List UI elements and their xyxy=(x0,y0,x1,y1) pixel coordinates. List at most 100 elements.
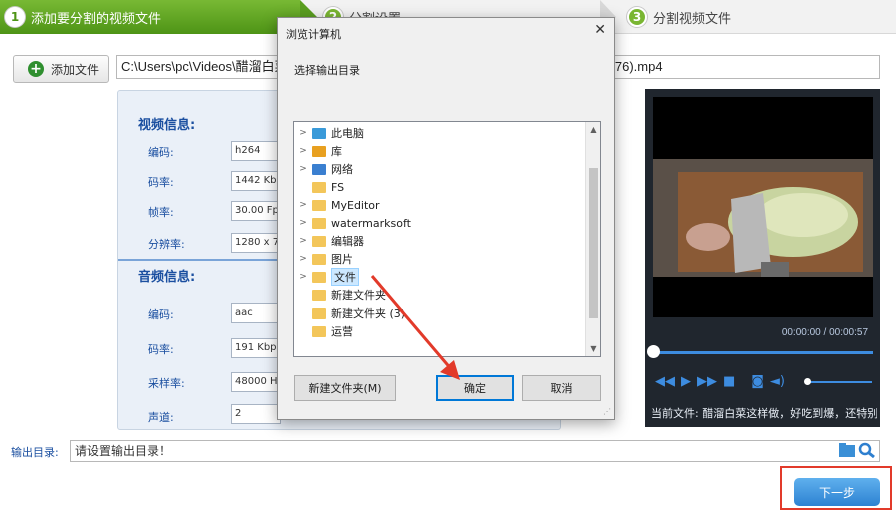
step-1[interactable]: 1 添加要分割的视频文件 xyxy=(0,0,317,34)
tree-item-files[interactable]: > 文件 xyxy=(294,268,584,286)
seek-handle[interactable] xyxy=(647,345,660,358)
resize-grip-icon[interactable]: ⋰ xyxy=(603,407,611,416)
video-resolution-label: 分辨率: xyxy=(148,238,185,251)
folder-icon xyxy=(312,235,326,247)
network-icon xyxy=(312,163,326,175)
folder-icon xyxy=(312,271,326,283)
video-codec-label: 编码: xyxy=(148,146,174,159)
video-bitrate-field: 1442 Kbps xyxy=(231,171,281,191)
volume-slider[interactable] xyxy=(807,381,872,383)
step-3-number: 3 xyxy=(627,7,647,27)
audio-samplerate-field: 48000 HZ xyxy=(231,372,281,392)
seek-bar[interactable] xyxy=(653,351,873,354)
folder-icon xyxy=(312,199,326,211)
folder-icon xyxy=(312,307,326,319)
add-file-label: 添加文件 xyxy=(51,62,100,77)
volume-icon[interactable]: ◄) xyxy=(770,374,785,389)
new-folder-button[interactable]: 新建文件夹(M) xyxy=(294,375,396,401)
tree-item-label: 新建文件夹 (3) xyxy=(331,307,406,320)
tree-item-label: 编辑器 xyxy=(331,235,364,248)
video-player: 00:00:00 / 00:00:57 ◀◀ ▶ ▶▶ ■ ◙ ◄) 当前文件:… xyxy=(645,89,880,427)
next-button[interactable]: 下一步 xyxy=(794,478,880,506)
video-bitrate-label: 码率: xyxy=(148,176,174,189)
tree-item-watermarksoft[interactable]: > watermarksoft xyxy=(294,214,584,232)
audio-samplerate-label: 采样率: xyxy=(148,377,185,390)
video-frame-image xyxy=(653,97,873,317)
playback-time: 00:00:00 / 00:00:57 xyxy=(781,327,868,338)
search-icon[interactable] xyxy=(858,442,876,458)
tree-scrollbar[interactable]: ▲ ▼ xyxy=(585,122,600,356)
video-codec-field: h264 xyxy=(231,141,281,161)
step-3[interactable]: 3 分割视频文件 xyxy=(622,0,731,34)
rewind-icon[interactable]: ◀◀ xyxy=(655,374,675,389)
tree-item-fs[interactable]: FS xyxy=(294,178,584,196)
tree-item-this-pc[interactable]: > 此电脑 xyxy=(294,124,584,142)
audio-bitrate-field: 191 Kbps xyxy=(231,338,281,358)
scroll-up-icon[interactable]: ▲ xyxy=(586,125,600,134)
stop-icon[interactable]: ■ xyxy=(723,374,735,389)
step-1-number: 1 xyxy=(5,7,25,27)
tree-item-label: 运营 xyxy=(331,325,353,338)
video-preview[interactable] xyxy=(653,97,873,317)
browse-dialog: 浏览计算机 ✕ 选择输出目录 > 此电脑 > 库 > 网络 FS > MyEdi… xyxy=(277,17,615,420)
library-icon xyxy=(312,145,326,157)
step-1-label: 添加要分割的视频文件 xyxy=(31,11,162,27)
ok-button[interactable]: 确定 xyxy=(436,375,514,401)
tree-item-label: 新建文件夹 xyxy=(331,289,386,302)
expand-icon[interactable]: > xyxy=(294,128,312,138)
audio-info-title: 音频信息: xyxy=(138,270,196,285)
play-icon[interactable]: ▶ xyxy=(681,374,691,389)
folder-icon xyxy=(312,253,326,265)
audio-codec-field: aac xyxy=(231,303,281,323)
dialog-title: 浏览计算机 xyxy=(286,28,341,41)
expand-icon[interactable]: > xyxy=(294,200,312,210)
tree-item-label: watermarksoft xyxy=(331,216,411,230)
expand-icon[interactable]: > xyxy=(294,218,312,228)
output-dir-field[interactable]: 请设置输出目录！ xyxy=(70,440,880,462)
step-3-label: 分割视频文件 xyxy=(653,11,732,27)
dialog-instruction: 选择输出目录 xyxy=(294,64,360,77)
folder-icon xyxy=(312,289,326,301)
file-path-left: C:\Users\pc\Videos\醋溜白菜 xyxy=(121,59,288,74)
folder-icon xyxy=(312,181,326,193)
folder-open-icon[interactable] xyxy=(838,442,856,458)
tree-item-network[interactable]: > 网络 xyxy=(294,160,584,178)
folder-tree[interactable]: > 此电脑 > 库 > 网络 FS > MyEditor > watermark… xyxy=(293,121,601,357)
cancel-button[interactable]: 取消 xyxy=(522,375,601,401)
output-dir-actions xyxy=(838,442,876,458)
tree-item-myeditor[interactable]: > MyEditor xyxy=(294,196,584,214)
close-icon[interactable]: ✕ xyxy=(594,22,606,38)
tree-item-label: MyEditor xyxy=(331,198,380,212)
tree-item-new-folder[interactable]: 新建文件夹 xyxy=(294,286,584,304)
add-file-button[interactable]: + 添加文件 xyxy=(13,55,109,83)
expand-icon[interactable]: > xyxy=(294,254,312,264)
tree-item-label: 此电脑 xyxy=(331,127,364,140)
output-dir-label: 输出目录: xyxy=(11,446,59,459)
video-resolution-field: 1280 x 720 xyxy=(231,233,281,253)
fast-forward-icon[interactable]: ▶▶ xyxy=(697,374,717,389)
tree-item-editor[interactable]: > 编辑器 xyxy=(294,232,584,250)
scroll-down-icon[interactable]: ▼ xyxy=(586,344,600,353)
tree-item-pictures[interactable]: > 图片 xyxy=(294,250,584,268)
expand-icon[interactable]: > xyxy=(294,146,312,156)
camera-icon[interactable]: ◙ xyxy=(751,374,764,389)
tree-item-label: 库 xyxy=(331,145,342,158)
plus-icon: + xyxy=(28,61,44,77)
video-framerate-field: 30.00 Fps xyxy=(231,201,281,221)
tree-item-new-folder-3[interactable]: 新建文件夹 (3) xyxy=(294,304,584,322)
audio-codec-label: 编码: xyxy=(148,308,174,321)
tree-item-label: 文件 xyxy=(331,268,359,286)
expand-icon[interactable]: > xyxy=(294,164,312,174)
audio-channels-field: 2 xyxy=(231,404,281,424)
expand-icon[interactable]: > xyxy=(294,236,312,246)
current-file-label: 当前文件: 醋溜白菜这样做，好吃到爆，还特别 xyxy=(651,407,877,420)
scroll-thumb[interactable] xyxy=(589,168,598,318)
playback-controls: ◀◀ ▶ ▶▶ ■ ◙ ◄) xyxy=(655,374,785,389)
computer-icon xyxy=(312,127,326,139)
tree-item-label: 图片 xyxy=(331,253,353,266)
tree-item-library[interactable]: > 库 xyxy=(294,142,584,160)
tree-item-operations[interactable]: 运营 xyxy=(294,322,584,340)
tree-item-label: FS xyxy=(331,180,345,194)
expand-icon[interactable]: > xyxy=(294,272,312,282)
volume-handle[interactable] xyxy=(804,378,811,385)
